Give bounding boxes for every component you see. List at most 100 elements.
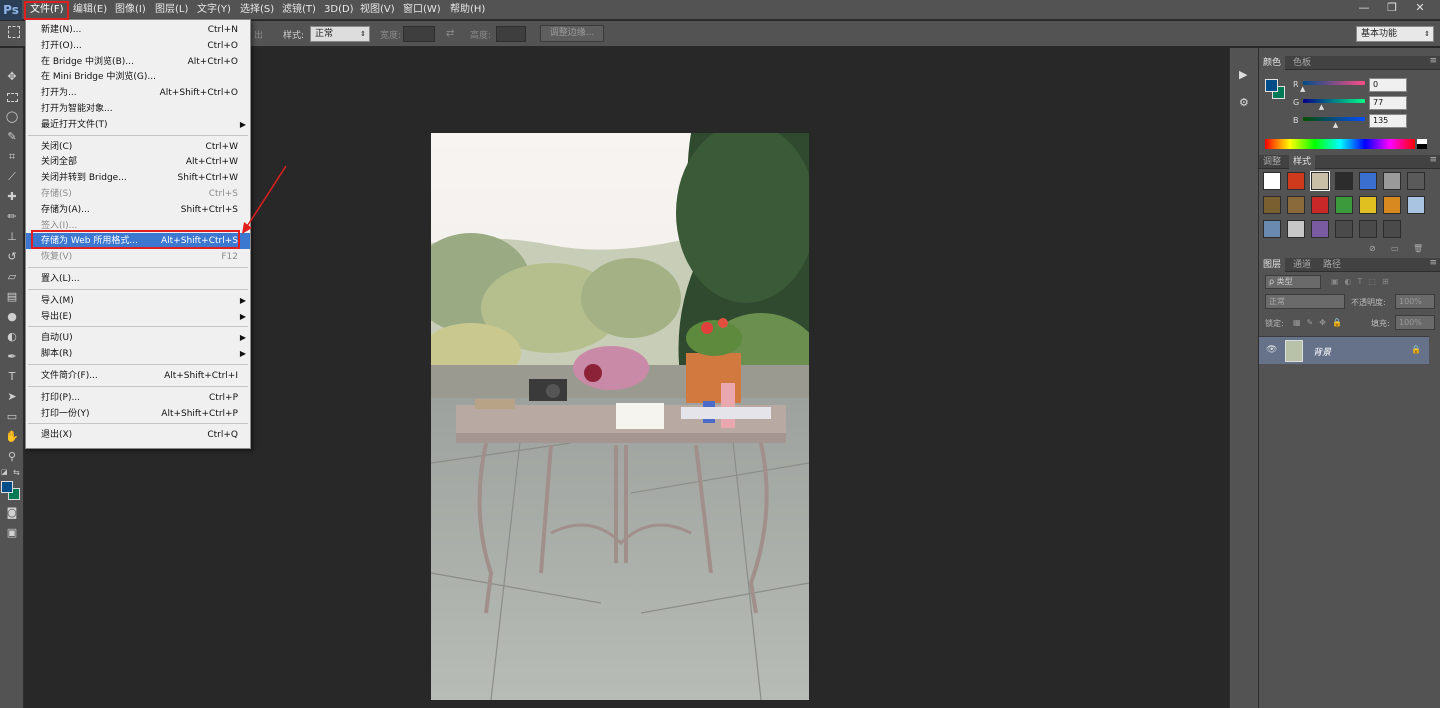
file-menu-item[interactable]: 导出(E) ▶ [26, 309, 250, 325]
file-menu-item[interactable]: 脚本(R) ▶ [26, 346, 250, 362]
file-menu-item[interactable]: 打开为智能对象... [26, 101, 250, 117]
opacity-input[interactable]: 100% [1395, 294, 1435, 309]
style-preset-swatch[interactable] [1335, 172, 1353, 190]
layer-filter-select[interactable]: ρ 类型 [1265, 275, 1321, 289]
height-input[interactable] [496, 26, 526, 42]
marquee-preset-icon[interactable] [8, 26, 20, 38]
refine-edge-button[interactable]: 调整边缘... [540, 25, 604, 42]
file-menu-item[interactable]: 最近打开文件(T) ▶ [26, 117, 250, 133]
red-slider-thumb[interactable]: ▲ [1300, 85, 1305, 93]
restore-button[interactable]: ❐ [1380, 0, 1404, 16]
panel-menu-icon[interactable]: ≡ [1429, 56, 1437, 66]
tab-swatches[interactable]: 色板 [1289, 56, 1315, 70]
file-menu-item[interactable]: 在 Mini Bridge 中浏览(G)... [26, 69, 250, 85]
default-colors-icon[interactable]: ◪ [1, 468, 8, 476]
style-preset-swatch[interactable] [1359, 172, 1377, 190]
layer-filter-icons[interactable]: ▣◐T⬚⊞ [1331, 277, 1395, 286]
green-value-input[interactable]: 77 [1369, 96, 1407, 110]
file-menu-item[interactable]: 关闭(C) Ctrl+W [26, 139, 250, 155]
document-image[interactable] [431, 133, 809, 700]
swap-arrows-icon[interactable]: ⇄ [446, 28, 454, 39]
style-preset-swatch[interactable] [1359, 196, 1377, 214]
gradient-tool-icon[interactable]: ▤ [2, 288, 22, 306]
move-tool-icon[interactable]: ✥ [2, 68, 22, 86]
menu-6[interactable]: 滤镜(T) [282, 0, 316, 20]
file-menu-item[interactable]: 打印(P)... Ctrl+P [26, 390, 250, 406]
workspace-select[interactable]: 基本功能 ⇕ [1356, 26, 1434, 42]
quick-selection-tool-icon[interactable]: ✎ [2, 128, 22, 146]
type-tool-icon[interactable]: T [2, 368, 22, 386]
green-slider[interactable] [1303, 99, 1365, 103]
file-menu-item[interactable]: 导入(M) ▶ [26, 293, 250, 309]
file-menu-item[interactable]: 关闭并转到 Bridge... Shift+Ctrl+W [26, 170, 250, 186]
menu-8[interactable]: 视图(V) [360, 0, 395, 20]
file-menu-item[interactable]: 置入(L)... [26, 271, 250, 287]
red-slider[interactable] [1303, 81, 1365, 85]
minimize-button[interactable]: — [1352, 0, 1376, 16]
style-preset-swatch[interactable] [1407, 172, 1425, 190]
play-actions-icon[interactable]: ▶ [1239, 68, 1247, 81]
style-preset-swatch[interactable] [1383, 220, 1401, 238]
style-preset-swatch[interactable] [1311, 196, 1329, 214]
close-button[interactable]: ✕ [1408, 0, 1432, 16]
file-menu-item[interactable]: 存储为(A)... Shift+Ctrl+S [26, 202, 250, 218]
style-preset-swatch[interactable] [1263, 172, 1281, 190]
width-input[interactable] [403, 26, 435, 42]
tab-layers[interactable]: 图层 [1259, 258, 1286, 272]
panel-menu-icon[interactable]: ≡ [1429, 258, 1437, 268]
file-menu-item[interactable]: 打开(O)... Ctrl+O [26, 38, 250, 54]
rectangle-tool-icon[interactable]: ▭ [2, 408, 22, 426]
layer-name[interactable]: 背景 [1313, 345, 1331, 358]
path-selection-tool-icon[interactable]: ➤ [2, 388, 22, 406]
menu-7[interactable]: 3D(D) [324, 0, 354, 20]
rectangular-marquee-tool-icon[interactable] [2, 88, 22, 106]
brush-tool-icon[interactable]: ✏ [2, 208, 22, 226]
swap-colors-icon[interactable]: ⇆ [13, 468, 20, 477]
tab-styles[interactable]: 样式 [1289, 155, 1316, 169]
style-preset-swatch[interactable] [1263, 220, 1281, 238]
style-preset-swatch[interactable] [1287, 196, 1305, 214]
eraser-tool-icon[interactable]: ▱ [2, 268, 22, 286]
lasso-tool-icon[interactable]: ◯ [2, 108, 22, 126]
style-preset-swatch[interactable] [1263, 196, 1281, 214]
eyedropper-tool-icon[interactable]: ⟋ [2, 168, 22, 186]
crop-tool-icon[interactable]: ⌗ [2, 148, 22, 166]
blend-mode-select[interactable]: 正常 [1265, 294, 1345, 309]
file-menu-item[interactable]: 关闭全部 Alt+Ctrl+W [26, 154, 250, 170]
blue-slider-thumb[interactable]: ▲ [1333, 121, 1338, 129]
foreground-color-swatch[interactable] [1, 481, 13, 493]
layer-row-background[interactable]: 👁 背景 🔒 [1259, 336, 1429, 364]
style-preset-swatch[interactable] [1407, 196, 1425, 214]
panel-menu-icon[interactable]: ≡ [1429, 155, 1437, 165]
tab-adjustments[interactable]: 调整 [1259, 155, 1285, 169]
file-menu-item[interactable]: 自动(U) ▶ [26, 330, 250, 346]
style-preset-swatch[interactable] [1383, 196, 1401, 214]
blue-value-input[interactable]: 135 [1369, 114, 1407, 128]
visibility-eye-icon[interactable]: 👁 [1266, 345, 1277, 355]
properties-icon[interactable]: ⚙ [1239, 96, 1249, 109]
menu-3[interactable]: 图层(L) [155, 0, 188, 20]
new-style-icon[interactable]: ▭ [1391, 244, 1399, 253]
clear-style-icon[interactable]: ⊘ [1369, 244, 1376, 253]
style-preset-swatch[interactable] [1383, 172, 1401, 190]
style-preset-swatch[interactable] [1359, 220, 1377, 238]
green-slider-thumb[interactable]: ▲ [1319, 103, 1324, 111]
menu-9[interactable]: 窗口(W) [403, 0, 441, 20]
style-preset-swatch[interactable] [1335, 220, 1353, 238]
history-brush-tool-icon[interactable]: ↺ [2, 248, 22, 266]
style-select[interactable]: 正常 ⇕ [310, 26, 370, 42]
color-foreground-swatch[interactable] [1265, 79, 1278, 92]
dodge-tool-icon[interactable]: ◐ [2, 328, 22, 346]
delete-style-icon[interactable]: 🗑 [1413, 244, 1423, 253]
file-menu-item[interactable]: 打开为... Alt+Shift+Ctrl+O [26, 85, 250, 101]
file-menu-item[interactable]: 文件简介(F)... Alt+Shift+Ctrl+I [26, 368, 250, 384]
style-preset-swatch[interactable] [1311, 220, 1329, 238]
file-menu-item[interactable]: 新建(N)... Ctrl+N [26, 22, 250, 38]
menu-5[interactable]: 选择(S) [240, 0, 274, 20]
tab-color[interactable]: 颜色 [1259, 56, 1286, 70]
tab-channels[interactable]: 通道 [1289, 258, 1315, 272]
color-spectrum-ramp[interactable] [1265, 139, 1415, 149]
menu-1[interactable]: 编辑(E) [73, 0, 107, 20]
screen-mode-icon[interactable]: ▣ [2, 524, 22, 542]
style-preset-swatch[interactable] [1335, 196, 1353, 214]
